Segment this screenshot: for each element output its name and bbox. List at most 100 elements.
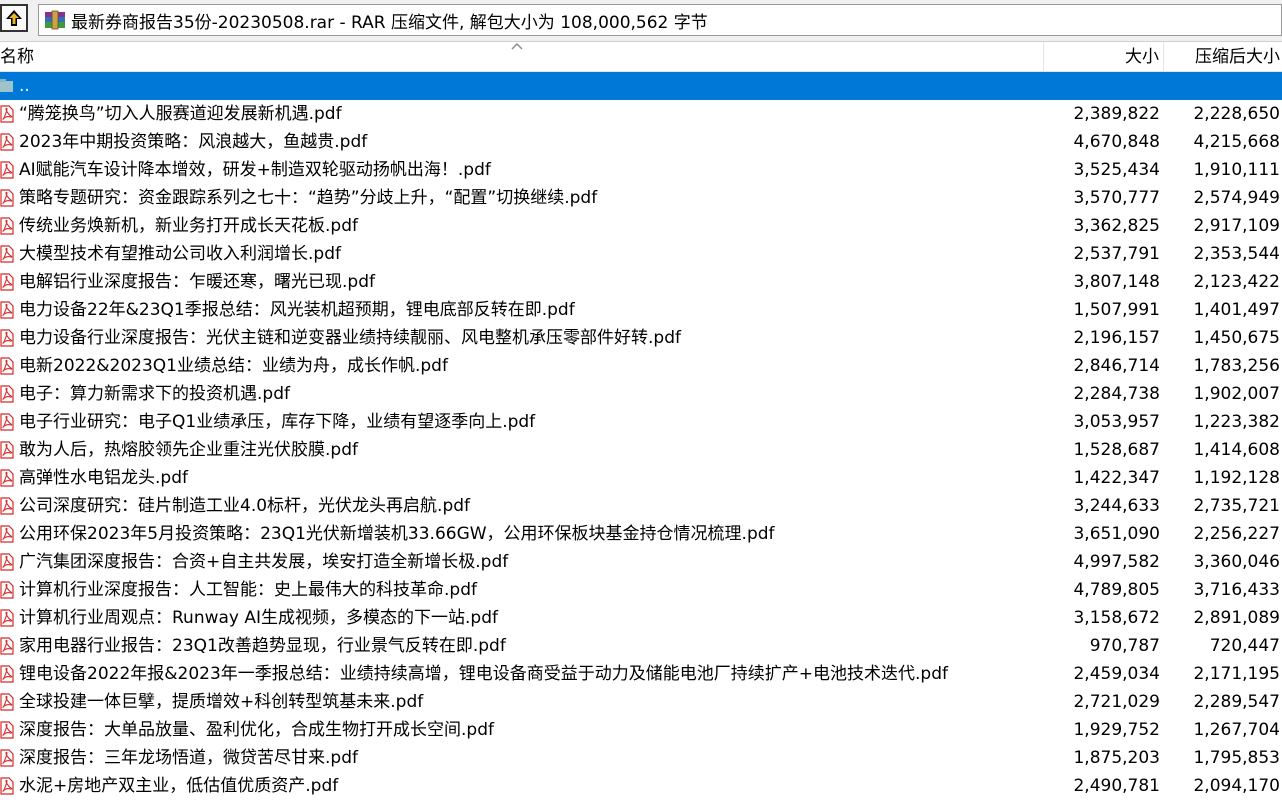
pdf-file-icon xyxy=(0,301,14,319)
file-name: 水泥+房地产双主业，低估值优质资产.pdf xyxy=(19,776,339,796)
file-row[interactable]: 敢为人后，热熔胶领先企业重注光伏胶膜.pdf 1,528,687 1,414,608 xyxy=(0,436,1282,464)
file-row[interactable]: 电力设备22年&23Q1季报总结：风光装机超预期，锂电底部反转在即.pdf 1,5… xyxy=(0,296,1282,324)
pdf-file-icon xyxy=(0,469,14,487)
file-size: 4,789,805 xyxy=(1073,580,1160,600)
file-row[interactable]: 策略专题研究：资金跟踪系列之七十：“趋势”分歧上升，“配置”切换继续.pdf 3,… xyxy=(0,184,1282,212)
column-header-size[interactable]: 大小 xyxy=(1044,42,1164,72)
file-name: 策略专题研究：资金跟踪系列之七十：“趋势”分歧上升，“配置”切换继续.pdf xyxy=(19,188,598,208)
file-packed-size: 1,223,382 xyxy=(1193,412,1280,432)
file-row[interactable]: 公用环保2023年5月投资策略：23Q1光伏新增装机33.66GW，公用环保板块… xyxy=(0,520,1282,548)
file-row[interactable]: 公司深度研究：硅片制造工业4.0标杆，光伏龙头再启航.pdf 3,244,633 2… xyxy=(0,492,1282,520)
file-row[interactable]: 电子行业研究：电子Q1业绩承压，库存下降，业绩有望逐季向上.pdf 3,053,9… xyxy=(0,408,1282,436)
file-packed-size: 1,910,111 xyxy=(1193,160,1280,180)
winrar-archive-icon xyxy=(45,10,65,30)
file-packed-size: 1,401,497 xyxy=(1193,300,1280,320)
pdf-file-icon xyxy=(0,749,14,767)
up-folder-button[interactable] xyxy=(0,4,28,32)
file-row[interactable]: AI赋能汽车设计降本增效，研发+制造双轮驱动扬帆出海！.pdf 3,525,434… xyxy=(0,156,1282,184)
pdf-file-icon xyxy=(0,217,14,235)
pdf-file-icon xyxy=(0,777,14,795)
file-packed-size: 2,171,195 xyxy=(1193,664,1280,684)
folder-icon xyxy=(0,79,13,92)
file-packed-size: 2,735,721 xyxy=(1193,496,1280,516)
file-size: 1,528,687 xyxy=(1073,440,1160,460)
file-row[interactable]: 锂电设备2022年报&2023年一季报总结：业绩持续高增，锂电设备商受益于动力及… xyxy=(0,660,1282,688)
file-size: 970,787 xyxy=(1089,636,1160,656)
pdf-file-icon xyxy=(0,525,14,543)
pdf-file-icon xyxy=(0,161,14,179)
file-packed-size: 1,783,256 xyxy=(1193,356,1280,376)
file-row[interactable]: 电子：算力新需求下的投资机遇.pdf 2,284,738 1,902,007 xyxy=(0,380,1282,408)
file-packed-size: 2,917,109 xyxy=(1193,216,1280,236)
file-size: 3,651,090 xyxy=(1073,524,1160,544)
column-header-packed-size[interactable]: 压缩后大小 xyxy=(1164,42,1282,72)
file-size: 3,807,148 xyxy=(1073,272,1160,292)
sort-ascending-icon xyxy=(511,43,523,50)
file-size: 4,670,848 xyxy=(1073,132,1160,152)
parent-folder-name: .. xyxy=(19,76,30,96)
file-row[interactable]: 大模型技术有望推动公司收入利润增长.pdf 2,537,791 2,353,544 xyxy=(0,240,1282,268)
file-row[interactable]: 传统业务焕新机，新业务打开成长天花板.pdf 3,362,825 2,917,109 xyxy=(0,212,1282,240)
file-size: 2,284,738 xyxy=(1073,384,1160,404)
file-packed-size: 2,574,949 xyxy=(1193,188,1280,208)
pdf-file-icon xyxy=(0,665,14,683)
pdf-file-icon xyxy=(0,245,14,263)
file-packed-size: 1,795,853 xyxy=(1193,748,1280,768)
file-row[interactable]: 高弹性水电铝龙头.pdf 1,422,347 1,192,128 xyxy=(0,464,1282,492)
pdf-file-icon xyxy=(0,273,14,291)
file-size: 2,459,034 xyxy=(1073,664,1160,684)
file-packed-size: 3,716,433 xyxy=(1193,580,1280,600)
up-arrow-icon xyxy=(6,10,22,26)
file-name: 大模型技术有望推动公司收入利润增长.pdf xyxy=(19,244,341,264)
file-row[interactable]: 计算机行业深度报告：人工智能：史上最伟大的科技革命.pdf 4,789,805 3,… xyxy=(0,576,1282,604)
file-row[interactable]: 电解铝行业深度报告：乍暖还寒，曙光已现.pdf 3,807,148 2,123,42… xyxy=(0,268,1282,296)
file-row[interactable]: 计算机行业周观点：Runway AI生成视频，多模态的下一站.pdf 3,158,… xyxy=(0,604,1282,632)
file-name: 公用环保2023年5月投资策略：23Q1光伏新增装机33.66GW，公用环保板块… xyxy=(19,524,775,544)
file-row[interactable]: 2023年中期投资策略：风浪越大，鱼越贵.pdf 4,670,848 4,215,6… xyxy=(0,128,1282,156)
file-name: 公司深度研究：硅片制造工业4.0标杆，光伏龙头再启航.pdf xyxy=(19,496,471,516)
file-name: 敢为人后，热熔胶领先企业重注光伏胶膜.pdf xyxy=(19,440,358,460)
file-row[interactable]: 全球投建一体巨擘，提质增效+科创转型筑基未来.pdf 2,721,029 2,289… xyxy=(0,688,1282,716)
address-bar[interactable]: 最新券商报告35份-20230508.rar - RAR 压缩文件, 解包大小为… xyxy=(38,4,1282,36)
file-row[interactable]: 电力设备行业深度报告：光伏主链和逆变器业绩持续靓丽、风电整机承压零部件好转.pd… xyxy=(0,324,1282,352)
file-packed-size: 2,256,227 xyxy=(1193,524,1280,544)
file-size: 2,537,791 xyxy=(1073,244,1160,264)
file-size: 3,570,777 xyxy=(1073,188,1160,208)
file-name: 广汽集团深度报告：合资+自主共发展，埃安打造全新增长极.pdf xyxy=(19,552,509,572)
file-packed-size: 3,360,046 xyxy=(1193,552,1280,572)
file-name: 全球投建一体巨擘，提质增效+科创转型筑基未来.pdf xyxy=(19,692,424,712)
file-row[interactable]: 水泥+房地产双主业，低估值优质资产.pdf 2,490,781 2,094,170 xyxy=(0,772,1282,800)
pdf-file-icon xyxy=(0,497,14,515)
parent-folder-row[interactable]: .. xyxy=(0,72,1282,100)
file-list[interactable]: .. “腾笼换鸟”切入人服赛道迎发展新机遇.pdf 2,389,822 2,228,… xyxy=(0,72,1282,805)
file-packed-size: 720,447 xyxy=(1209,636,1280,656)
file-size: 2,846,714 xyxy=(1073,356,1160,376)
file-packed-size: 1,267,704 xyxy=(1193,720,1280,740)
file-name: 2023年中期投资策略：风浪越大，鱼越贵.pdf xyxy=(19,132,368,152)
pdf-file-icon xyxy=(0,553,14,571)
file-packed-size: 4,215,668 xyxy=(1193,132,1280,152)
archive-path-text: 最新券商报告35份-20230508.rar - RAR 压缩文件, 解包大小为… xyxy=(71,12,708,33)
file-name: 计算机行业深度报告：人工智能：史上最伟大的科技革命.pdf xyxy=(19,580,477,600)
file-name: 计算机行业周观点：Runway AI生成视频，多模态的下一站.pdf xyxy=(19,608,498,628)
file-size: 1,875,203 xyxy=(1073,748,1160,768)
file-row[interactable]: 广汽集团深度报告：合资+自主共发展，埃安打造全新增长极.pdf 4,997,582… xyxy=(0,548,1282,576)
file-row[interactable]: 深度报告：大单品放量、盈利优化，合成生物打开成长空间.pdf 1,929,752 1… xyxy=(0,716,1282,744)
pdf-file-icon xyxy=(0,441,14,459)
file-name: AI赋能汽车设计降本增效，研发+制造双轮驱动扬帆出海！.pdf xyxy=(19,160,491,180)
file-row[interactable]: “腾笼换鸟”切入人服赛道迎发展新机遇.pdf 2,389,822 2,228,650 xyxy=(0,100,1282,128)
file-row[interactable]: 深度报告：三年龙场悟道，微贷苦尽甘来.pdf 1,875,203 1,795,853 xyxy=(0,744,1282,772)
file-size: 3,158,672 xyxy=(1073,608,1160,628)
file-row[interactable]: 家用电器行业报告：23Q1改善趋势显现，行业景气反转在即.pdf 970,787 7… xyxy=(0,632,1282,660)
file-packed-size: 2,891,089 xyxy=(1193,608,1280,628)
file-size: 2,389,822 xyxy=(1073,104,1160,124)
pdf-file-icon xyxy=(0,133,14,151)
file-name: 电解铝行业深度报告：乍暖还寒，曙光已现.pdf xyxy=(19,272,375,292)
toolbar: 最新券商报告35份-20230508.rar - RAR 压缩文件, 解包大小为… xyxy=(0,0,1282,42)
file-name: 电新2022&2023Q1业绩总结：业绩为舟，成长作帆.pdf xyxy=(19,356,448,376)
file-name: 家用电器行业报告：23Q1改善趋势显现，行业景气反转在即.pdf xyxy=(19,636,506,656)
file-packed-size: 1,450,675 xyxy=(1193,328,1280,348)
file-packed-size: 2,228,650 xyxy=(1193,104,1280,124)
pdf-file-icon xyxy=(0,609,14,627)
file-row[interactable]: 电新2022&2023Q1业绩总结：业绩为舟，成长作帆.pdf 2,846,714… xyxy=(0,352,1282,380)
